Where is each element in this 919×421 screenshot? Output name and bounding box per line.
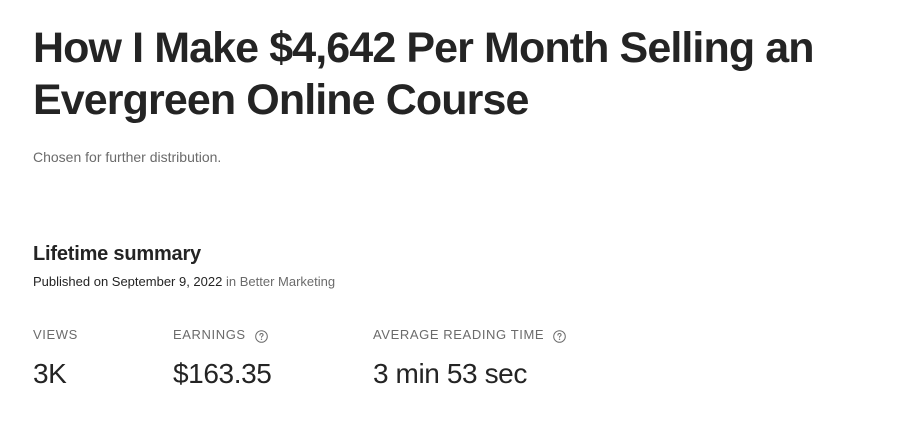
stats-row: VIEWS 3K EARNINGS $163.35 AVERAGE READIN… [33, 327, 733, 407]
question-circle-icon[interactable] [254, 330, 268, 343]
views-value: 3K [33, 358, 67, 389]
published-info: Published on September 9, 2022 in Better… [33, 273, 335, 291]
earnings-value: $163.35 [173, 358, 272, 389]
reading-time-value: 3 min 53 sec [373, 358, 527, 389]
question-circle-icon[interactable] [553, 330, 566, 343]
story-title-line-1: How I Make $4,642 Per Month Selling an [33, 24, 815, 72]
publication-name: in Better Marketing [225, 274, 336, 289]
views-label-text: VIEWS [33, 327, 78, 342]
earnings-label-text: EARNINGS [173, 327, 246, 342]
earnings-stat: EARNINGS $163.35 [173, 327, 272, 391]
views-stat: VIEWS 3K [33, 327, 78, 391]
story-stats-page: How I Make $4,642 Per Month Selling an E… [33, 22, 893, 389]
lifetime-summary: Lifetime summary Published on September … [33, 241, 335, 291]
story-title-line-2: Evergreen Online Course [33, 76, 529, 124]
views-label: VIEWS [33, 327, 78, 343]
published-date: Published on September 9, 2022 [33, 274, 223, 289]
lifetime-summary-heading: Lifetime summary [33, 243, 201, 265]
reading-time-label: AVERAGE READING TIME [373, 327, 566, 343]
reading-time-label-text: AVERAGE READING TIME [373, 327, 545, 342]
story-title: How I Make $4,642 Per Month Selling an E… [33, 22, 893, 126]
reading-time-stat: AVERAGE READING TIME 3 min 53 sec [373, 327, 566, 391]
distribution-note: Chosen for further distribution. [33, 149, 222, 165]
earnings-label: EARNINGS [173, 327, 271, 343]
